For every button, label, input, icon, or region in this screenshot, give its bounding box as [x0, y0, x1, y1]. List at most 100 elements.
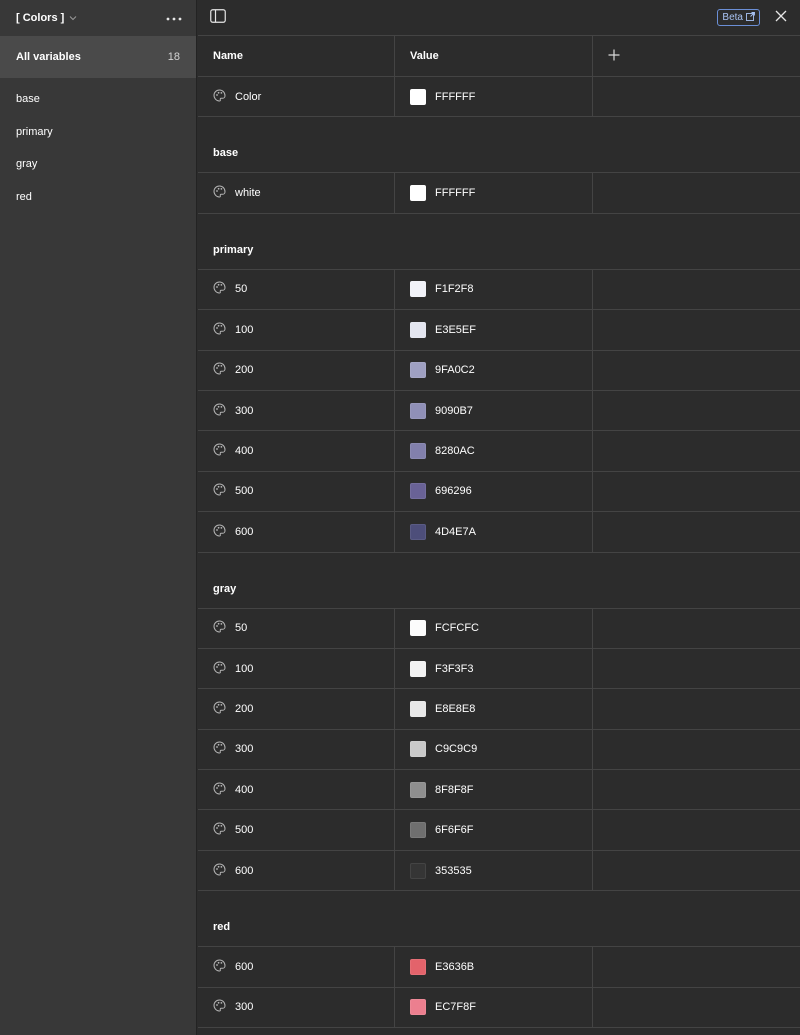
- variable-row[interactable]: 50 F1F2F8: [198, 269, 800, 311]
- name-column-header[interactable]: Name: [198, 36, 395, 76]
- color-swatch[interactable]: [410, 321, 426, 338]
- sidebar-group-base[interactable]: base: [0, 83, 196, 116]
- palette-icon: [213, 822, 226, 838]
- color-swatch[interactable]: [410, 185, 426, 202]
- variable-name-cell[interactable]: white: [198, 173, 395, 213]
- variable-value-cell[interactable]: 8280AC: [395, 431, 593, 471]
- more-horizontal-icon: [166, 12, 182, 24]
- variable-row[interactable]: 100 F3F3F3: [198, 648, 800, 690]
- variable-name-cell[interactable]: 500: [198, 810, 395, 850]
- group-title: red: [213, 921, 231, 934]
- variable-value-cell[interactable]: 6F6F6F: [395, 810, 593, 850]
- variable-value-cell[interactable]: FFFFFF: [395, 173, 593, 213]
- color-swatch[interactable]: [410, 523, 426, 540]
- variable-row[interactable]: 600 E3636B: [198, 947, 800, 988]
- variable-value-cell[interactable]: FCFCFC: [395, 608, 593, 648]
- variable-row[interactable]: 300 EC7F8F: [198, 987, 800, 1029]
- variable-name-cell[interactable]: 300: [198, 987, 395, 1028]
- close-button[interactable]: [770, 7, 792, 29]
- color-swatch[interactable]: [410, 958, 426, 975]
- variable-value-cell[interactable]: 9090B7: [395, 390, 593, 431]
- more-options-button[interactable]: [162, 6, 186, 30]
- sidebar-group-gray[interactable]: gray: [0, 148, 196, 181]
- variable-name-cell[interactable]: 600: [198, 947, 395, 987]
- empty-cell: [593, 851, 800, 890]
- value-column-header[interactable]: Value: [395, 36, 593, 76]
- variable-name-cell[interactable]: 600: [198, 850, 395, 891]
- palette-icon: [213, 741, 226, 757]
- collection-selector[interactable]: [ Colors ]: [16, 12, 77, 24]
- palette-icon: [213, 403, 226, 419]
- variable-row[interactable]: 500 6F6F6F: [198, 810, 800, 851]
- variable-name-cell[interactable]: 300: [198, 390, 395, 431]
- color-swatch[interactable]: [410, 862, 426, 879]
- color-swatch[interactable]: [410, 402, 426, 419]
- variable-value-cell[interactable]: F3F3F3: [395, 648, 593, 689]
- variable-row[interactable]: 200 E8E8E8: [198, 689, 800, 730]
- color-swatch[interactable]: [410, 483, 426, 500]
- variable-name-cell[interactable]: 200: [198, 350, 395, 390]
- variable-row[interactable]: 200 9FA0C2: [198, 350, 800, 391]
- color-swatch[interactable]: [410, 88, 426, 105]
- variable-name-cell[interactable]: 600: [198, 512, 395, 552]
- variable-value-cell[interactable]: EC7F8F: [395, 987, 593, 1028]
- variable-row[interactable]: 600 353535: [198, 850, 800, 892]
- variable-name-cell[interactable]: Color: [198, 77, 395, 117]
- variable-row[interactable]: 400 8280AC: [198, 431, 800, 472]
- variable-name-cell[interactable]: 50: [198, 269, 395, 310]
- beta-badge[interactable]: Beta: [717, 9, 760, 26]
- color-swatch[interactable]: [410, 362, 426, 379]
- variable-value: 696296: [435, 485, 472, 498]
- color-swatch[interactable]: [410, 822, 426, 839]
- all-variables-item[interactable]: All variables 18: [0, 36, 196, 78]
- variable-row[interactable]: white FFFFFF: [198, 173, 800, 214]
- variable-row[interactable]: 300 C9C9C9: [198, 729, 800, 771]
- variable-row[interactable]: 600 4D4E7A: [198, 512, 800, 553]
- variable-value-cell[interactable]: 696296: [395, 471, 593, 512]
- variable-name: 100: [235, 662, 254, 675]
- variable-row[interactable]: 400 8F8F8F: [198, 770, 800, 811]
- variable-value-cell[interactable]: 4D4E7A: [395, 512, 593, 552]
- variable-name-cell[interactable]: 200: [198, 689, 395, 729]
- group-label: primary: [16, 125, 53, 138]
- sidebar-group-red[interactable]: red: [0, 181, 196, 214]
- variable-row[interactable]: 500 696296: [198, 471, 800, 513]
- variable-name-cell[interactable]: 500: [198, 471, 395, 512]
- variable-name-cell[interactable]: 400: [198, 431, 395, 471]
- chevron-down-icon: [69, 15, 77, 21]
- variable-value-cell[interactable]: 353535: [395, 850, 593, 891]
- color-swatch[interactable]: [410, 620, 426, 637]
- color-swatch[interactable]: [410, 281, 426, 298]
- variable-row[interactable]: Color FFFFFF: [198, 77, 800, 118]
- variable-value-cell[interactable]: F1F2F8: [395, 269, 593, 310]
- variable-value-cell[interactable]: E3636B: [395, 947, 593, 987]
- variable-value-cell[interactable]: 9FA0C2: [395, 350, 593, 390]
- variable-row[interactable]: 300 9090B7: [198, 390, 800, 432]
- variable-value-cell[interactable]: E3E5EF: [395, 310, 593, 350]
- color-swatch[interactable]: [410, 741, 426, 758]
- variable-row[interactable]: 100 E3E5EF: [198, 310, 800, 351]
- variable-name-cell[interactable]: 100: [198, 310, 395, 350]
- sidebar-toggle-button[interactable]: [207, 7, 229, 29]
- color-swatch[interactable]: [410, 781, 426, 798]
- variable-value-cell[interactable]: E8E8E8: [395, 689, 593, 729]
- variable-name-cell[interactable]: 300: [198, 729, 395, 770]
- variable-row[interactable]: 50 FCFCFC: [198, 608, 800, 649]
- variable-name-cell[interactable]: 400: [198, 770, 395, 810]
- variable-value-cell[interactable]: FFFFFF: [395, 77, 593, 117]
- palette-icon: [213, 524, 226, 540]
- empty-cell: [593, 988, 800, 1027]
- color-swatch[interactable]: [410, 700, 426, 717]
- group-label: base: [16, 93, 40, 106]
- variable-name-cell[interactable]: 100: [198, 648, 395, 689]
- variable-value: E3E5EF: [435, 323, 476, 336]
- variable-value-cell[interactable]: C9C9C9: [395, 729, 593, 770]
- plus-icon[interactable]: [608, 49, 620, 64]
- color-swatch[interactable]: [410, 443, 426, 460]
- variable-value-cell[interactable]: 8F8F8F: [395, 770, 593, 810]
- color-swatch[interactable]: [410, 660, 426, 677]
- sidebar-group-primary[interactable]: primary: [0, 116, 196, 149]
- color-swatch[interactable]: [410, 999, 426, 1016]
- variable-name-cell[interactable]: 50: [198, 608, 395, 648]
- topbar: Beta: [198, 0, 800, 36]
